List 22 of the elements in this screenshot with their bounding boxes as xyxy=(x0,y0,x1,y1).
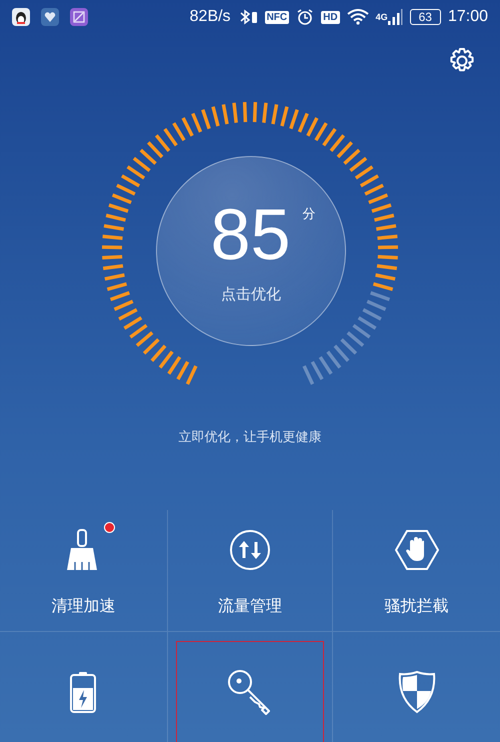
tagline: 立即优化，让手机更健康 xyxy=(178,429,322,446)
hd-indicator: HD xyxy=(321,10,340,24)
clock-time: 17:00 xyxy=(448,8,488,26)
feature-tile[interactable]: 清理加速 xyxy=(0,510,167,632)
network-type: 4G xyxy=(376,12,388,22)
battery-charge-icon xyxy=(69,671,98,713)
alarm-clock-icon xyxy=(296,8,314,26)
network-speed: 82B/s xyxy=(190,8,231,26)
nfc-indicator: NFC xyxy=(264,10,290,24)
feature-tile[interactable] xyxy=(166,632,334,742)
gallery-app-icon xyxy=(70,8,88,26)
heart-app-icon xyxy=(41,8,59,26)
battery-indicator: 63 xyxy=(410,9,441,25)
feature-tile[interactable]: 骚扰拦截 xyxy=(333,510,500,632)
signal-icon xyxy=(386,8,403,26)
bluetooth-icon xyxy=(238,8,258,26)
penguin-app-icon xyxy=(12,8,30,26)
up-down-arrows-icon xyxy=(228,529,271,571)
hand-hexagon-icon xyxy=(394,529,439,571)
wifi-icon xyxy=(346,9,369,25)
feature-tile[interactable]: 流量管理 xyxy=(166,510,334,632)
shield-icon xyxy=(398,670,436,714)
